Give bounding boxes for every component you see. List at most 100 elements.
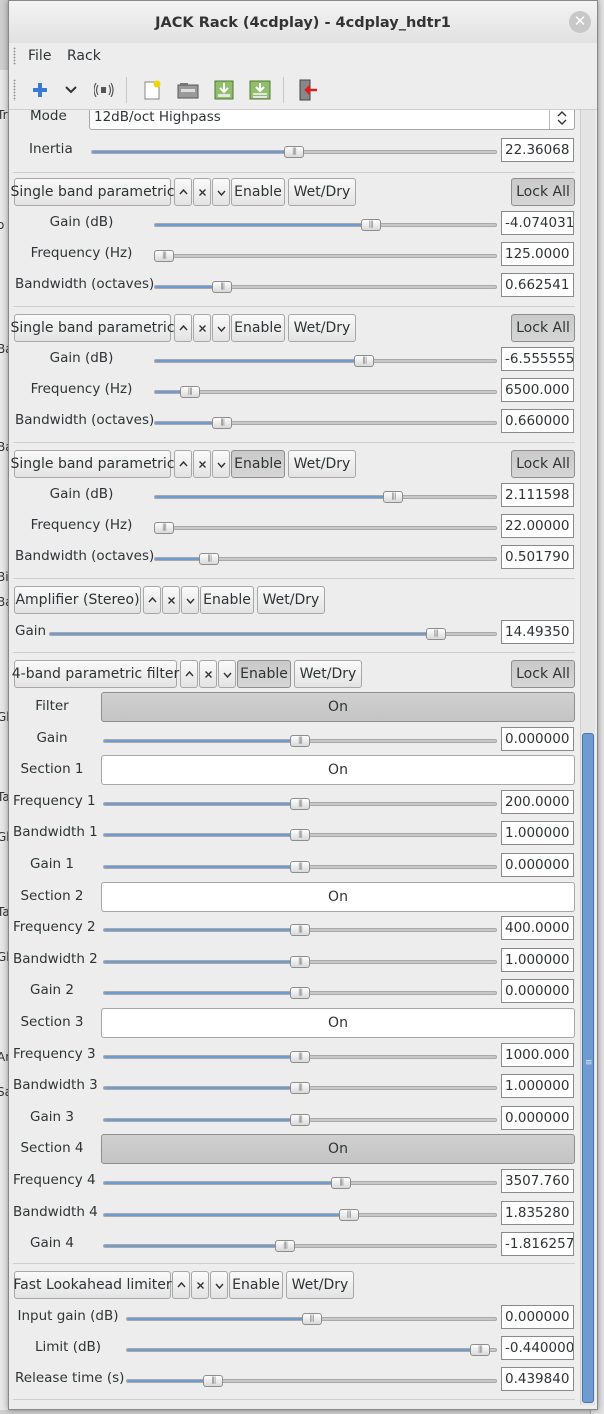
lock-all-button[interactable]: Lock All [511, 660, 575, 688]
fourband-param-slider-handle[interactable]: ||| [338, 1208, 359, 1221]
param-slider-handle[interactable]: ||| [212, 417, 233, 429]
param-slider[interactable] [154, 421, 497, 425]
fourband-toggle[interactable]: On [101, 755, 575, 786]
limiter-move-up-icon[interactable] [172, 1271, 190, 1299]
enable-button[interactable]: Enable [231, 450, 285, 478]
rack-scrollbar[interactable]: ≡ [580, 110, 595, 1405]
fourband-param-value[interactable]: 200.0000 [501, 789, 574, 814]
plugin-remove-icon[interactable] [193, 178, 211, 206]
toolbar-grip-icon[interactable] [13, 79, 16, 101]
enable-button[interactable]: Enable [231, 178, 285, 206]
fourband-param-value[interactable]: 1.000000 [501, 947, 574, 972]
param-slider[interactable] [154, 526, 497, 530]
param-value[interactable]: 0.662541 [501, 273, 574, 297]
param-slider-handle[interactable]: ||| [199, 553, 220, 565]
enable-button[interactable]: Enable [237, 660, 291, 688]
param-slider-handle[interactable]: ||| [212, 281, 233, 293]
enable-button[interactable]: Enable [229, 1271, 283, 1299]
fourband-move-up-icon[interactable] [180, 660, 198, 688]
lock-all-button[interactable]: Lock All [511, 178, 575, 206]
fourband-param-value[interactable]: 1.000000 [501, 1074, 574, 1099]
amplifier-remove-icon[interactable] [162, 586, 180, 614]
quit-icon[interactable] [296, 78, 320, 102]
fourband-param-slider-handle[interactable]: ||| [290, 829, 310, 842]
plugin-name-button[interactable]: Single band parametric [10, 314, 175, 342]
param-slider[interactable] [154, 285, 497, 289]
param-slider[interactable] [154, 359, 497, 363]
limiter-param-slider-handle[interactable]: ||| [469, 1344, 490, 1356]
plugin-remove-icon[interactable] [193, 450, 211, 478]
fourband-param-value[interactable]: 0.000000 [501, 1105, 574, 1130]
fourband-param-value[interactable]: 3507.760 [501, 1169, 574, 1193]
fourband-param-value[interactable]: -1.816257 [501, 1232, 574, 1257]
fourband-param-slider-handle[interactable]: ||| [290, 1113, 310, 1126]
plugin-name-button[interactable]: 4-band parametric filter [12, 660, 179, 688]
param-value[interactable]: 125.0000 [501, 242, 574, 266]
param-value[interactable]: 0.501790 [501, 545, 574, 569]
enable-button[interactable]: Enable [200, 586, 254, 614]
lock-all-button[interactable]: Lock All [511, 314, 575, 342]
chevron-down-icon[interactable] [59, 78, 83, 102]
limiter-param-value[interactable]: -0.440000 [501, 1336, 574, 1360]
menubar-grip-icon[interactable] [13, 47, 16, 65]
fourband-param-slider-handle[interactable]: ||| [290, 987, 310, 1000]
menu-rack[interactable]: Rack [67, 48, 101, 64]
fourband-param-slider-handle[interactable]: ||| [290, 924, 310, 937]
wetdry-button[interactable]: Wet/Dry [294, 660, 362, 688]
plugin-move-down-icon[interactable] [212, 314, 230, 342]
param-slider-handle[interactable]: ||| [360, 219, 381, 231]
param-value[interactable]: -6.555555 [501, 347, 574, 371]
fourband-param-slider-handle[interactable]: ||| [275, 1240, 296, 1253]
lock-all-button[interactable]: Lock All [511, 450, 575, 478]
wetdry-button[interactable]: Wet/Dry [257, 586, 325, 614]
param-value[interactable]: 22.00000 [501, 514, 574, 538]
plugin-name-button[interactable]: Amplifier (Stereo) [14, 586, 141, 614]
mode-select[interactable]: 12dB/oct Highpass [89, 110, 575, 130]
amplifier-move-down-icon[interactable] [181, 586, 199, 614]
fourband-param-value[interactable]: 0.000000 [501, 853, 574, 877]
param-slider-handle[interactable]: ||| [154, 522, 174, 534]
fourband-param-slider-handle[interactable]: ||| [290, 797, 310, 810]
fourband-param-value[interactable]: 1.000000 [501, 821, 574, 846]
plugin-move-up-icon[interactable] [174, 314, 192, 342]
limiter-move-down-icon[interactable] [210, 1271, 228, 1299]
close-icon[interactable]: ✕ [569, 11, 591, 33]
fourband-param-value[interactable]: 1000.000 [501, 1042, 574, 1067]
fourband-param-slider-handle[interactable]: ||| [290, 861, 310, 873]
inertia-slider-handle[interactable]: ||| [284, 146, 304, 158]
fourband-param-slider-handle[interactable]: ||| [290, 1050, 310, 1063]
enable-button[interactable]: Enable [231, 314, 285, 342]
amplifier-move-up-icon[interactable] [143, 586, 161, 614]
save-as-icon[interactable] [248, 78, 272, 102]
fourband-param-slider[interactable] [103, 1244, 497, 1249]
fourband-param-slider[interactable] [103, 1181, 497, 1185]
param-slider-handle[interactable]: ||| [154, 250, 174, 262]
amplifier-gain-value[interactable]: 14.49350 [501, 620, 574, 644]
limiter-param-value[interactable]: 0.000000 [501, 1305, 574, 1329]
fourband-param-value[interactable]: 0.000000 [501, 726, 574, 751]
fourband-param-value[interactable]: 0.000000 [501, 979, 574, 1004]
param-value[interactable]: -4.074031 [501, 211, 574, 235]
plugin-remove-icon[interactable] [193, 314, 211, 342]
fourband-toggle[interactable]: On [101, 1134, 575, 1165]
fourband-param-slider[interactable] [103, 1212, 497, 1217]
limiter-param-slider-handle[interactable]: ||| [301, 1313, 322, 1325]
param-value[interactable]: 6500.000 [501, 378, 574, 402]
param-slider[interactable] [154, 223, 497, 227]
fourband-toggle[interactable]: On [101, 1008, 575, 1038]
fourband-param-slider-handle[interactable]: ||| [290, 1082, 310, 1095]
inertia-value[interactable]: 22.36068 [501, 138, 574, 162]
limiter-param-value[interactable]: 0.439840 [501, 1367, 574, 1391]
param-slider[interactable] [154, 390, 497, 394]
limiter-param-slider-handle[interactable]: ||| [203, 1375, 224, 1387]
plugin-move-down-icon[interactable] [212, 178, 230, 206]
plugin-name-button[interactable]: Single band parametric [10, 450, 175, 478]
fourband-param-slider-handle[interactable]: ||| [290, 955, 310, 968]
param-value[interactable]: 2.111598 [501, 483, 574, 507]
fourband-toggle[interactable]: On [101, 881, 575, 912]
titlebar[interactable]: JACK Rack (4cdplay) - 4cdplay_hdtr1 ✕ [9, 1, 597, 44]
scrollbar-thumb[interactable]: ≡ [582, 733, 594, 1403]
param-slider-handle[interactable]: ||| [383, 491, 404, 503]
plugin-name-button[interactable]: Single band parametric [10, 178, 175, 206]
plugin-move-up-icon[interactable] [174, 450, 192, 478]
